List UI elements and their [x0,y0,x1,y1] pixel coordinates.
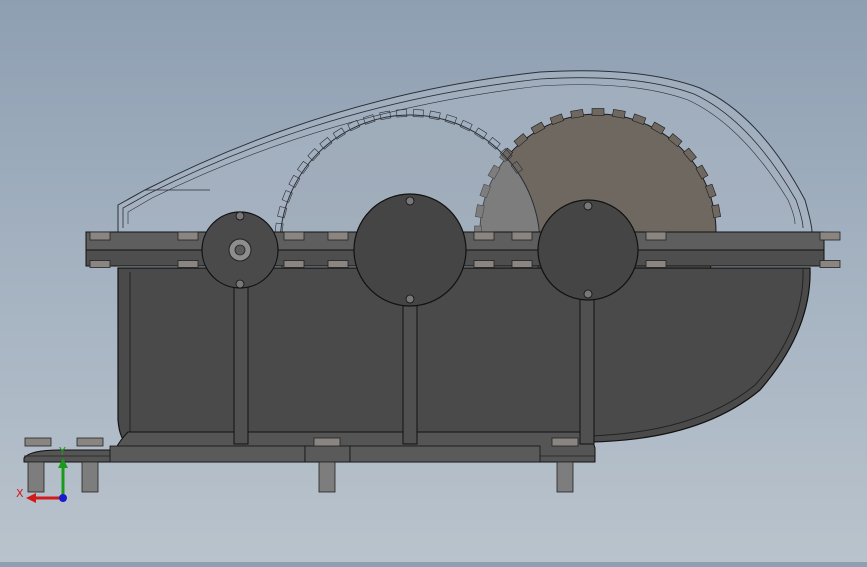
x-axis-arrowhead [26,493,36,503]
flange-bolt-head[interactable] [645,260,667,268]
rib-middle [402,299,418,445]
flange-bolt-head[interactable] [89,260,111,268]
flange-bolt-head[interactable] [327,231,349,241]
flange-bolt-head[interactable] [819,231,841,241]
gear-tooth [591,108,605,116]
flange-bolt-head[interactable] [327,260,349,268]
flange-bolt-head[interactable] [177,260,199,268]
flange-bolt-head[interactable] [819,260,841,268]
flange-bolt-head[interactable] [473,231,495,241]
cad-viewport[interactable]: X Y [0,0,867,562]
bearing-cap-input[interactable] [201,211,279,289]
flange-bolt-head[interactable] [283,260,305,268]
rib-right [579,294,595,445]
flange-bolt-head[interactable] [511,260,533,268]
z-axis-dot [59,494,67,502]
flange-bolt-head[interactable] [89,231,111,241]
rib-left [233,279,249,445]
bearing-cap-intermediate[interactable] [353,193,467,307]
bearing-cap-output[interactable] [537,199,639,301]
flange-bolt-head[interactable] [283,231,305,241]
flange-bolt-head[interactable] [645,231,667,241]
gearbox-model[interactable]: X Y [0,0,867,562]
flange-bolt-head[interactable] [473,260,495,268]
x-axis-label: X [16,487,24,500]
y-axis-label: Y [58,445,66,458]
flange-bolt-head[interactable] [511,231,533,241]
flange-bolt-head[interactable] [177,231,199,241]
